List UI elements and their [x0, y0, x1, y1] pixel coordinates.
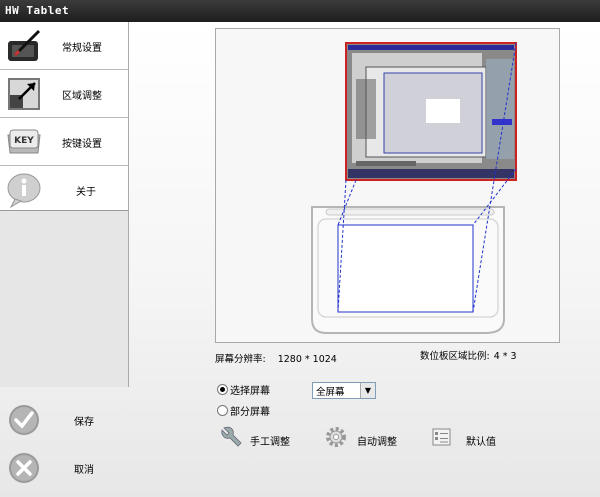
radio-dot[interactable]: [217, 405, 228, 416]
sidebar: 常规设置 区域调整 KEY 按键设置 关于: [0, 22, 129, 387]
app-window: HW Tablet 常规设置 区域调整 KEY 按键设置 关于 保存 取消 屏幕…: [0, 0, 600, 497]
client-area: 常规设置 区域调整 KEY 按键设置 关于 保存 取消 屏幕分辨率: 1280 …: [0, 22, 600, 497]
nav-item-label: 关于: [76, 187, 96, 198]
gear-icon: [326, 427, 346, 447]
close-icon: [9, 453, 39, 483]
ratio-info: 数位板区域比例: 4 * 3: [420, 348, 517, 362]
cancel-label: 取消: [74, 465, 94, 476]
title-bar: HW Tablet: [0, 0, 600, 22]
default-label: 默认值: [466, 437, 496, 448]
svg-text:KEY: KEY: [14, 136, 34, 146]
mapping-preview: [215, 28, 560, 343]
manual-adjust-label: 手工调整: [250, 437, 290, 448]
nav-item-key-settings[interactable]: KEY 按键设置: [0, 118, 128, 166]
active-area-rect[interactable]: [337, 224, 474, 313]
auto-adjust-button[interactable]: 自动调整: [324, 425, 414, 451]
nav-item-label: 按键设置: [62, 139, 102, 150]
default-button[interactable]: 默认值: [430, 425, 510, 451]
nav-divider: [0, 210, 128, 211]
radio-select-screen[interactable]: 选择屏幕: [217, 382, 270, 397]
info-icon: [7, 173, 41, 209]
save-button[interactable]: 保存: [0, 398, 128, 442]
radio-label: 部分屏幕: [230, 407, 270, 418]
screen-dropdown[interactable]: 全屏幕 ▼: [312, 382, 376, 399]
auto-adjust-label: 自动调整: [357, 437, 397, 448]
save-label: 保存: [74, 417, 94, 428]
nav-item-area-adjust[interactable]: 区域调整: [0, 70, 128, 118]
nav-item-general-settings[interactable]: 常规设置: [0, 22, 128, 70]
resolution-value: 1280 * 1024: [277, 354, 337, 365]
ratio-label: 数位板区域比例:: [420, 351, 490, 362]
nav-item-about[interactable]: 关于: [0, 166, 128, 210]
radio-label: 选择屏幕: [230, 386, 270, 397]
wrench-icon: [221, 426, 242, 447]
nav-item-label: 常规设置: [62, 43, 102, 54]
area-arrow-icon: [8, 78, 40, 110]
resolution-label: 屏幕分辨率:: [215, 354, 266, 365]
manual-adjust-button[interactable]: 手工调整: [220, 425, 310, 451]
nav-item-label: 区域调整: [62, 91, 102, 102]
mapping-diagram: [311, 42, 517, 334]
checkmark-icon: [9, 405, 39, 435]
chevron-down-icon[interactable]: ▼: [360, 383, 375, 398]
radio-partial-screen[interactable]: 部分屏幕: [217, 403, 270, 418]
resolution-info: 屏幕分辨率: 1280 * 1024: [215, 351, 337, 365]
tablet-pen-icon: [8, 29, 41, 61]
window-title: HW Tablet: [5, 4, 70, 17]
key-icon: KEY: [7, 129, 41, 154]
screen-thumbnail[interactable]: [345, 42, 517, 181]
checklist-icon: [432, 428, 451, 446]
radio-dot-checked[interactable]: [217, 384, 228, 395]
dropdown-value: 全屏幕: [316, 387, 345, 398]
ratio-value: 4 * 3: [493, 351, 517, 362]
cancel-button[interactable]: 取消: [0, 446, 128, 490]
